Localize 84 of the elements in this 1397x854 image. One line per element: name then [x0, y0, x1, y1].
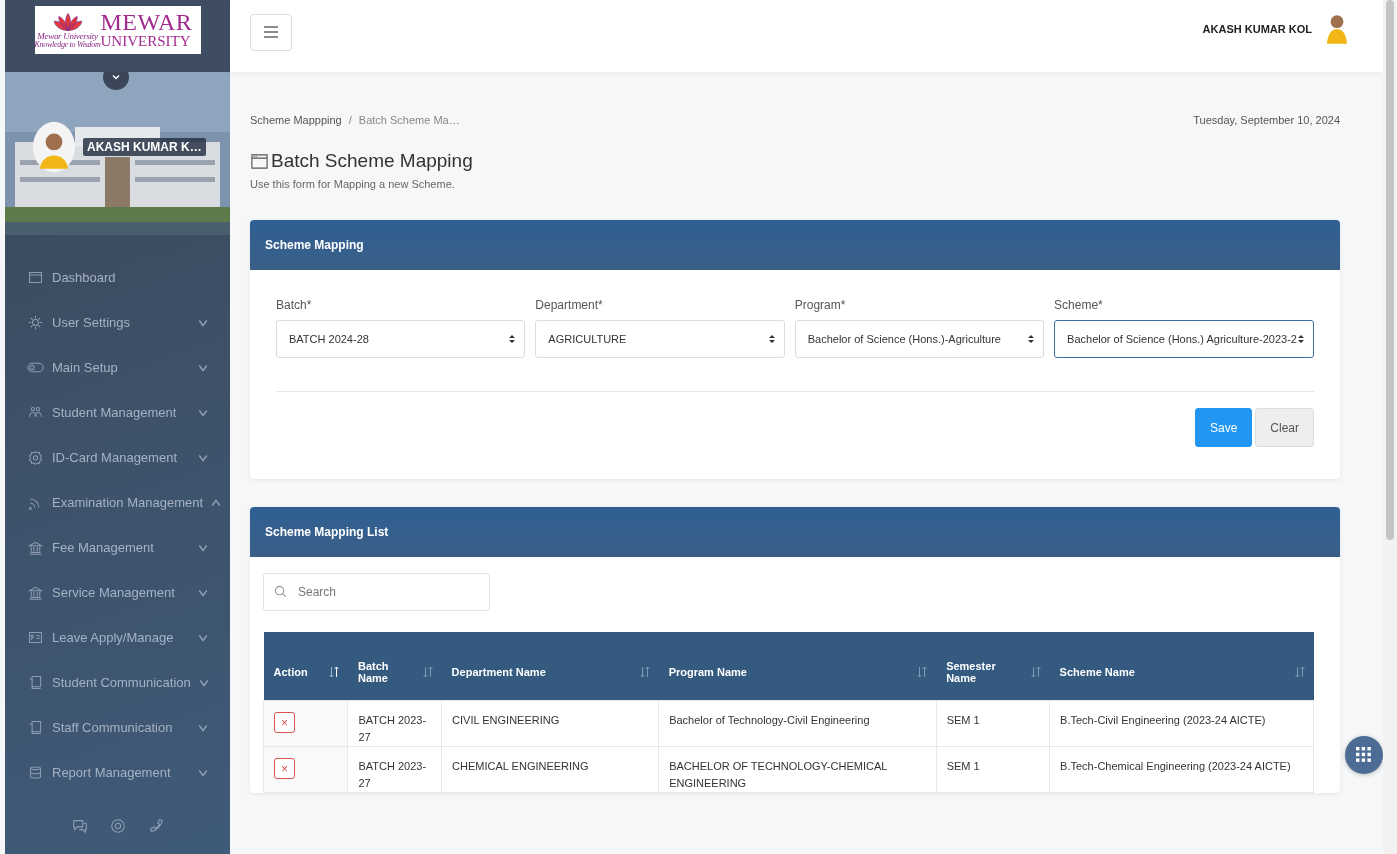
sort-icon — [1029, 666, 1042, 678]
avatar[interactable] — [1326, 13, 1348, 45]
menu-item[interactable]: User Settings — [5, 300, 230, 345]
menu-icon — [263, 26, 279, 38]
caret-icon — [508, 333, 517, 345]
menu-item[interactable]: Service Management — [5, 570, 230, 615]
clear-button[interactable]: Clear — [1255, 408, 1314, 447]
menu-item[interactable]: Report Management — [5, 750, 230, 795]
menu-item[interactable]: Leave Apply/Manage — [5, 615, 230, 660]
table-cell: SEM 1 — [936, 746, 1050, 793]
sort-icon — [916, 666, 929, 678]
caret-icon — [767, 333, 776, 345]
table-cell: BACHELOR OF TECHNOLOGY-CHEMICAL ENGINEERING — [658, 746, 937, 793]
search-icon — [274, 585, 287, 598]
menu-item[interactable]: Student Communication — [5, 660, 230, 705]
table-cell: BATCH 2023-27 — [347, 700, 442, 747]
select-field[interactable]: AGRICULTURE — [535, 320, 785, 358]
page-title: Batch Scheme Mapping — [271, 150, 473, 172]
id-card-icon — [27, 629, 44, 646]
select-field[interactable]: BATCH 2024-28 — [276, 320, 526, 358]
gear-icon — [27, 314, 44, 331]
card-title: Scheme Mapping — [265, 238, 364, 252]
user-name[interactable]: AKASH KUMAR KOL — [1202, 23, 1312, 35]
bank-icon — [27, 539, 44, 556]
window-icon — [27, 269, 44, 286]
column-header[interactable]: Semester Name — [936, 632, 1050, 701]
sort-icon — [421, 666, 434, 678]
column-header[interactable]: Action — [263, 632, 348, 701]
breadcrumb-separator: / — [348, 114, 352, 126]
cog-icon — [27, 449, 44, 466]
database-icon — [27, 764, 44, 781]
select-field[interactable]: Bachelor of Science (Hons.) Agriculture-2023-2 — [1054, 320, 1314, 358]
menu-item[interactable]: Fee Management — [5, 525, 230, 570]
table-cell: CIVIL ENGINEERING — [441, 700, 659, 747]
field-label: Department* — [535, 298, 604, 312]
card-title: Scheme Mapping List — [265, 525, 389, 539]
breadcrumb-link[interactable]: Scheme Mappping — [250, 114, 342, 126]
logo-tagline: Knowledge to Wisdom — [34, 40, 101, 49]
date-text: Tuesday, September 10, 2024 — [1193, 114, 1340, 126]
column-header[interactable]: Department Name — [441, 632, 659, 701]
bank-icon — [27, 584, 44, 601]
table-cell: SEM 1 — [936, 700, 1050, 747]
table-cell: B.Tech-Chemical Engineering (2023-24 AICTE) — [1049, 746, 1314, 793]
sort-icon — [327, 666, 340, 678]
column-header[interactable]: Scheme Name — [1049, 632, 1314, 701]
menu-button[interactable] — [250, 13, 292, 51]
logo-title: MEWAR — [100, 11, 193, 35]
caret-icon — [1027, 333, 1036, 345]
logo-subtitle: UNIVERSITY — [100, 34, 192, 49]
table-cell: CHEMICAL ENGINEERING — [441, 746, 659, 793]
pages-icon — [27, 674, 44, 691]
field-label: Batch* — [276, 298, 313, 312]
delete-button[interactable]: × — [274, 712, 295, 733]
delete-button[interactable]: × — [274, 758, 295, 780]
select-field[interactable]: Bachelor of Science (Hons.)-Agriculture — [794, 320, 1045, 358]
sort-icon — [638, 666, 651, 678]
breadcrumb-link[interactable]: Batch Scheme Ma… — [358, 114, 460, 126]
scrollbar[interactable] — [1383, 0, 1397, 854]
table-cell: B.Tech-Civil Engineering (2023-24 AICTE) — [1049, 700, 1314, 747]
pages-icon — [27, 719, 44, 736]
profile-name: AKASH KUMAR K… — [83, 138, 206, 156]
column-header[interactable]: Program Name — [658, 632, 937, 701]
chat-icon[interactable] — [70, 817, 89, 835]
window-icon — [250, 151, 269, 171]
menu-item[interactable]: Student Management — [5, 390, 230, 435]
table-cell: BATCH 2023-27 — [347, 746, 442, 793]
column-header[interactable]: Batch Name — [347, 632, 442, 701]
field-label: Program* — [794, 298, 847, 312]
menu-item[interactable]: Examination Management — [5, 480, 230, 525]
table-cell: Bachelor of Technology-Civil Engineering — [658, 700, 937, 747]
grid-icon — [1356, 747, 1372, 763]
menu-item[interactable]: Main Setup — [5, 345, 230, 390]
menu-item[interactable]: Dashboard — [5, 255, 230, 300]
logo-motto: Mewar University — [37, 31, 98, 41]
field-label: Scheme* — [1054, 298, 1104, 312]
menu-item[interactable]: Staff Communication — [5, 705, 230, 750]
menu-item[interactable]: ID-Card Management — [5, 435, 230, 480]
apps-button[interactable] — [1345, 736, 1383, 774]
caret-icon — [1297, 333, 1305, 345]
search-field[interactable]: Search — [263, 573, 490, 611]
page-subtitle: Use this form for Mapping a new Scheme. — [250, 178, 456, 190]
save-button[interactable]: Save — [1194, 408, 1253, 447]
sort-icon — [1293, 666, 1306, 678]
lifebuoy-icon[interactable] — [108, 817, 127, 835]
